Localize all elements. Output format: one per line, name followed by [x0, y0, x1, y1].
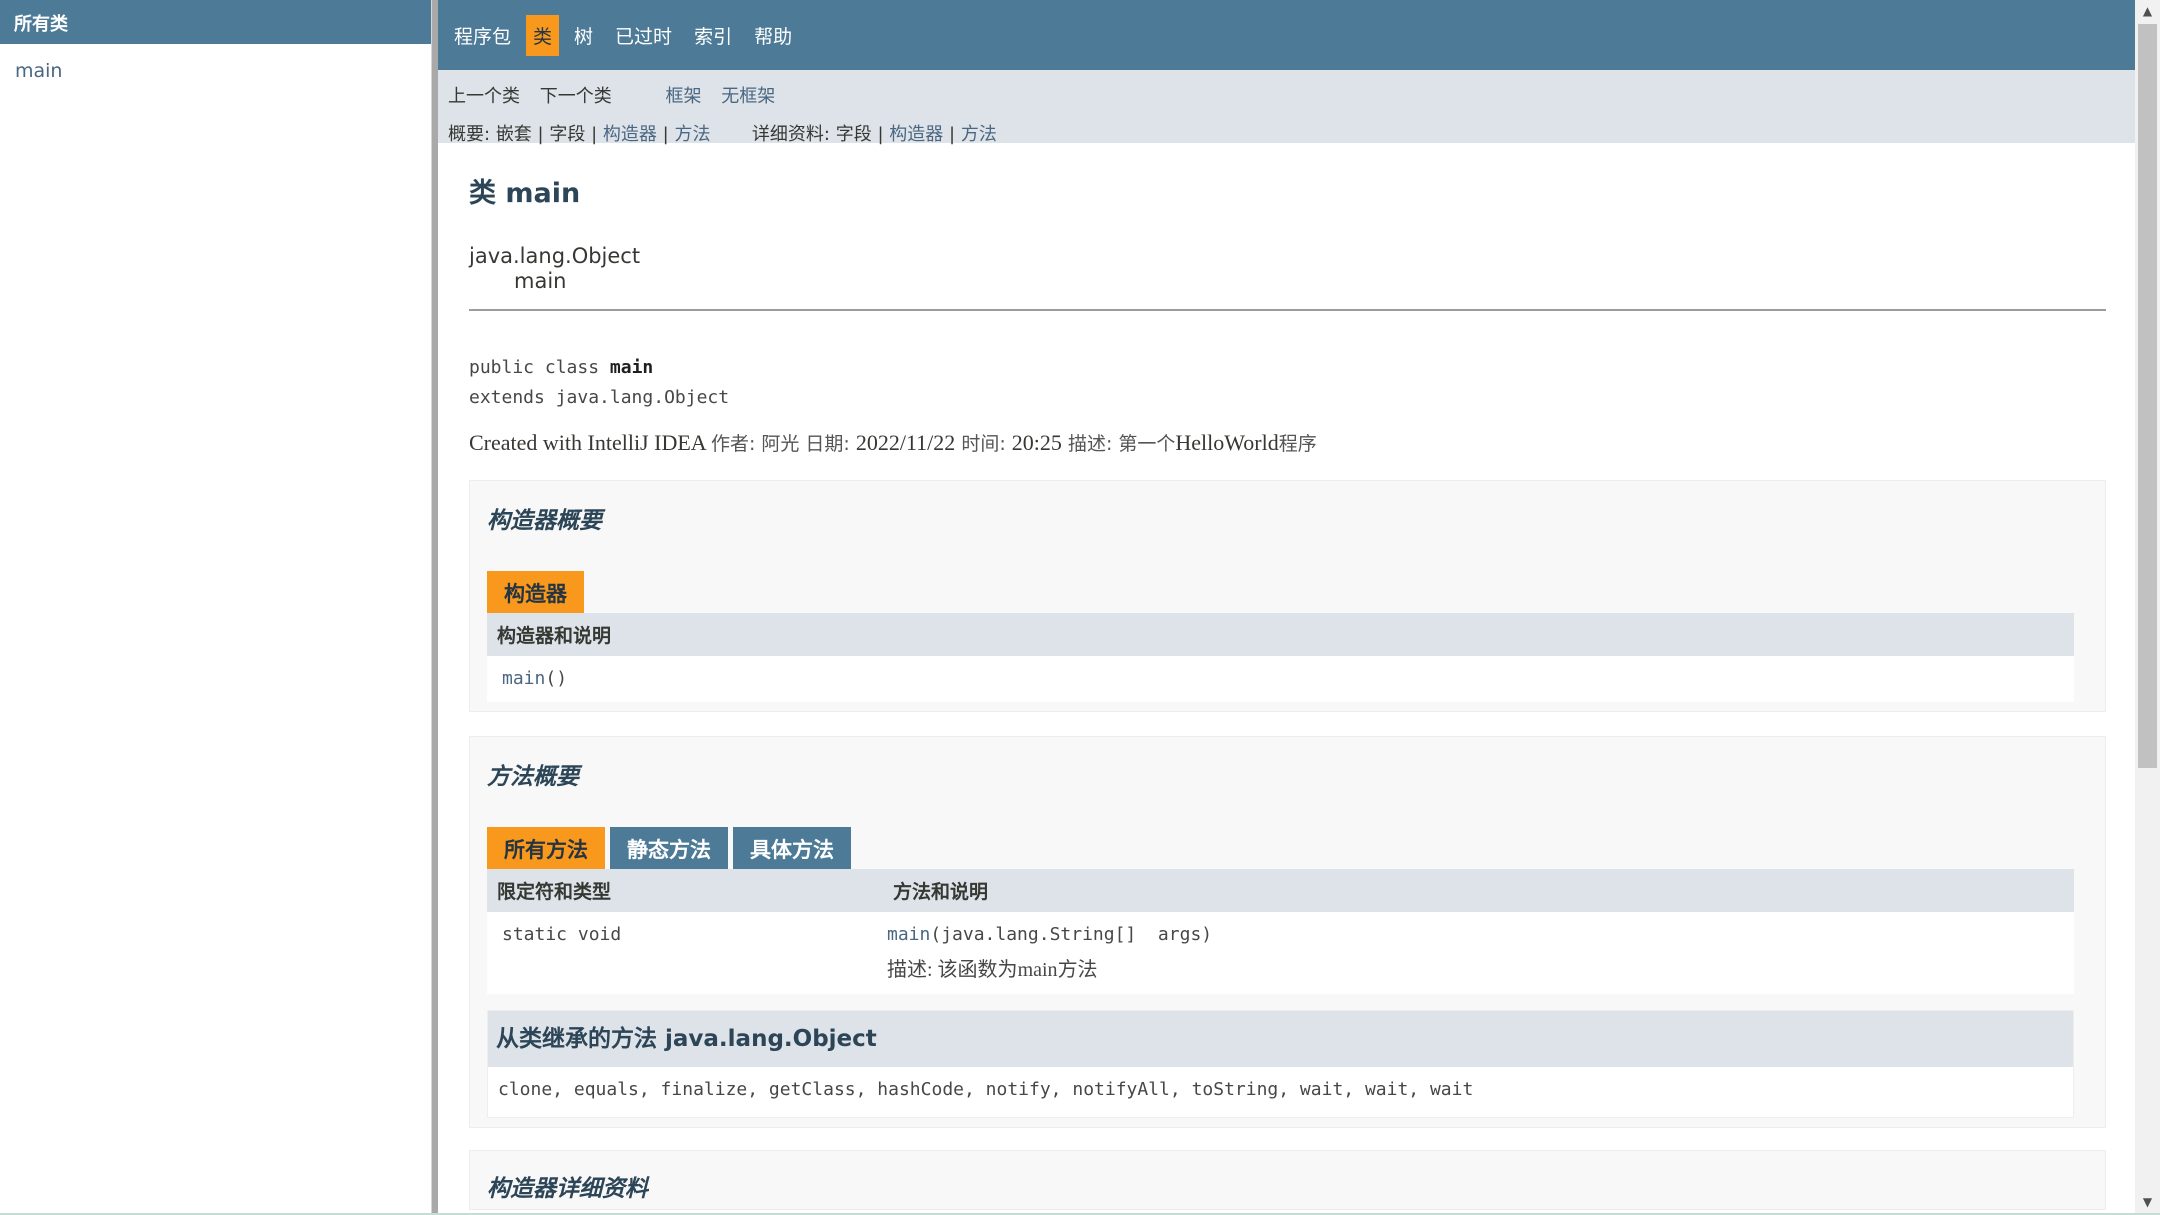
desc-created: Created with IntelliJ IDEA [469, 430, 711, 455]
scroll-down-icon[interactable]: ▼ [2135, 1191, 2160, 1213]
method-summary-heading: 方法概要 [487, 764, 579, 790]
constructor-tabs: 构造器 [487, 571, 2074, 613]
note-name: main [1017, 959, 1058, 981]
nav-tree[interactable]: 树 [567, 15, 600, 56]
summary-constructor-link[interactable]: 构造器 [603, 124, 657, 145]
vertical-scrollbar[interactable]: ▲ ▼ [2135, 0, 2160, 1213]
all-classes-title: 所有类 [0, 0, 431, 44]
note-prefix: 描述: 该函数为 [887, 959, 1018, 981]
summary-field: 字段 [549, 124, 586, 145]
no-frames-link[interactable]: 无框架 [721, 86, 775, 107]
scrollbar-thumb[interactable] [2138, 24, 2157, 768]
constructor-summary: 构造器概要 构造器 构造器和说明 main() [469, 480, 2106, 712]
class-link-main[interactable]: main [15, 60, 431, 82]
method-tabs: 所有方法 静态方法 具体方法 [487, 827, 2074, 869]
inherited-methods-heading: 从类继承的方法 java.lang.Object [488, 1011, 2073, 1067]
constructor-summary-heading: 构造器概要 [487, 508, 602, 534]
nav-help[interactable]: 帮助 [747, 15, 799, 56]
method-type: static void [502, 924, 622, 945]
tab-static-methods[interactable]: 静态方法 [610, 827, 728, 869]
inherited-methods-list[interactable]: clone, equals, finalize, getClass, hashC… [488, 1067, 2073, 1117]
desc-author: 作者: 阿光 日期: [710, 433, 856, 455]
sub-nav-bar: 上一个类 下一个类 框架 无框架 概要: 嵌套 | 字段 | 构造器 | 方法 … [438, 70, 2135, 145]
tab-constructor[interactable]: 构造器 [487, 571, 584, 613]
note-suffix: 方法 [1057, 959, 1098, 981]
prev-class-label: 上一个类 [448, 86, 520, 107]
desc-time: 20:25 [1011, 430, 1062, 455]
page-title: 类 main [469, 178, 581, 209]
scroll-up-icon[interactable]: ▲ [2135, 0, 2160, 22]
nav-class[interactable]: 类 [526, 14, 560, 56]
constructor-params: () [545, 668, 568, 689]
detail-constructor-link[interactable]: 构造器 [889, 124, 943, 145]
detail-method-link[interactable]: 方法 [961, 124, 997, 145]
separator: | [949, 124, 956, 145]
method-note: 描述: 该函数为main方法 [887, 953, 2074, 982]
tab-all-methods[interactable]: 所有方法 [487, 827, 605, 869]
inheritance-tree: java.lang.Object main [469, 244, 2072, 294]
class-declaration: public class main extends java.lang.Obje… [469, 353, 2072, 413]
column-header-modifier: 限定符和类型 [487, 869, 883, 912]
detail-label: 详细资料: [751, 124, 830, 145]
top-nav-bar: 程序包 类 树 已过时 索引 帮助 [438, 0, 2135, 70]
desc-hello: HelloWorld [1175, 430, 1279, 455]
tab-concrete-methods[interactable]: 具体方法 [733, 827, 851, 869]
decl-class-name: main [609, 357, 654, 378]
desc-program: 程序 [1278, 433, 1317, 455]
column-header-method: 方法和说明 [883, 869, 2074, 912]
class-frame: 程序包 类 树 已过时 索引 帮助 上一个类 下一个类 框架 无框架 概要: 嵌… [438, 0, 2135, 1213]
decl-extends: extends java.lang.Object [469, 387, 730, 408]
desc-desc-label: 描述: 第一个 [1061, 433, 1176, 455]
nav-package[interactable]: 程序包 [447, 15, 518, 56]
separator: | [537, 124, 544, 145]
constructor-detail: 构造器详细资料 [469, 1150, 2106, 1210]
decl-prefix: public class [469, 357, 610, 378]
inherited-methods: 从类继承的方法 java.lang.Object clone, equals, … [487, 1010, 2074, 1118]
separator: | [662, 124, 669, 145]
desc-time-label: 时间: [955, 433, 1012, 455]
frames-link[interactable]: 框架 [665, 86, 701, 107]
table-row: main() [487, 656, 2074, 702]
method-table: 限定符和类型 方法和说明 static void main(java.lang.… [487, 869, 2074, 994]
detail-field: 字段 [835, 124, 872, 145]
frame-splitter[interactable] [431, 0, 438, 1213]
summary-label: 概要: [448, 124, 491, 145]
nav-index[interactable]: 索引 [687, 15, 739, 56]
desc-date: 2022/11/22 [855, 430, 956, 455]
method-link-main[interactable]: main [887, 924, 930, 945]
method-params: (java.lang.String[] args) [930, 924, 1213, 945]
inheritance-child: main [514, 269, 567, 293]
constructor-link-main[interactable]: main [502, 668, 545, 689]
summary-method-link[interactable]: 方法 [674, 124, 710, 145]
constructor-detail-heading: 构造器详细资料 [487, 1176, 648, 1202]
constructor-table: 构造器和说明 main() [487, 613, 2074, 702]
all-classes-frame: 所有类 main [0, 0, 431, 1213]
inheritance-parent: java.lang.Object [469, 244, 641, 268]
nav-deprecated[interactable]: 已过时 [608, 15, 679, 56]
column-header: 构造器和说明 [487, 613, 2074, 656]
class-content: 类 main java.lang.Object main public clas… [438, 171, 2106, 1210]
separator: | [877, 124, 884, 145]
table-row: static void main(java.lang.String[] args… [487, 912, 2074, 994]
divider [469, 309, 2106, 311]
method-summary: 方法概要 所有方法 静态方法 具体方法 限定符和类型 方法和说明 static … [469, 736, 2106, 1128]
separator: | [591, 124, 598, 145]
class-description: Created with IntelliJ IDEA 作者: 阿光 日期: 20… [469, 429, 2072, 456]
next-class-label: 下一个类 [539, 86, 612, 107]
summary-nested: 嵌套 [495, 124, 532, 145]
